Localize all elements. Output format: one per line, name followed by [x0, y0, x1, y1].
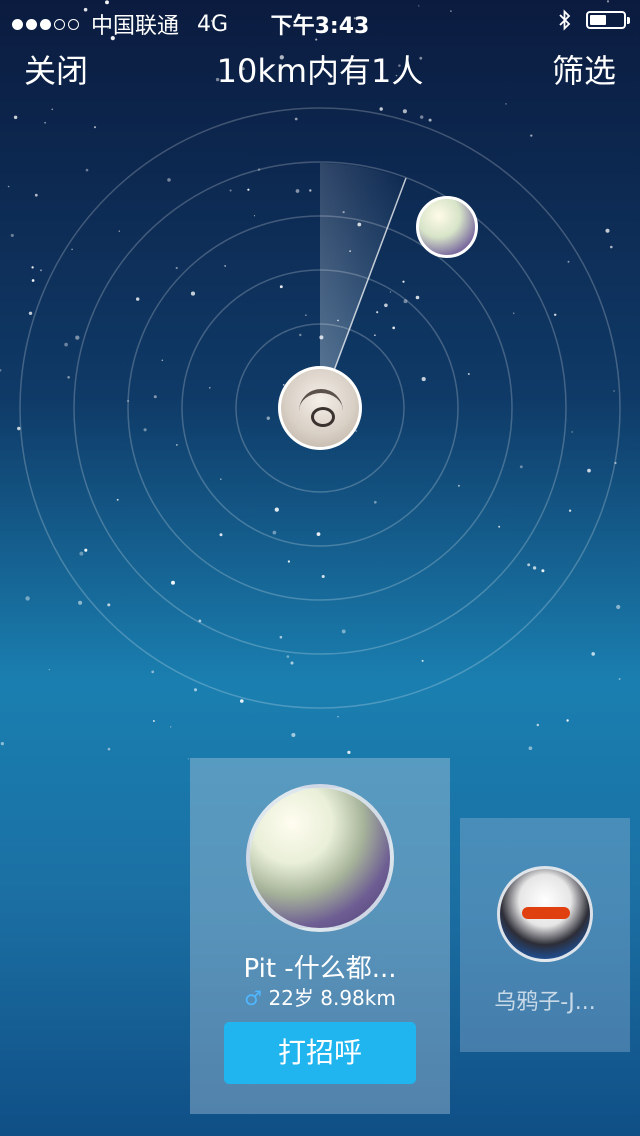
status-bar: 中国联通 4G 下午3:43	[0, 0, 640, 40]
bluetooth-icon	[559, 9, 571, 31]
user-distance: 8.98km	[320, 986, 396, 1010]
male-icon: ♂	[244, 986, 263, 1010]
greet-button[interactable]: 打招呼	[224, 1022, 416, 1084]
nearby-user-avatar[interactable]	[416, 196, 478, 258]
user-card-next[interactable]: 乌鸦子-J...	[460, 818, 630, 1052]
status-time: 下午3:43	[270, 14, 370, 39]
close-button[interactable]: 关闭	[24, 46, 88, 92]
battery-icon	[586, 11, 630, 29]
filter-button[interactable]: 筛选	[552, 46, 616, 92]
self-avatar	[278, 366, 362, 450]
status-right	[558, 9, 630, 31]
page-title: 10km内有1人	[216, 52, 424, 90]
user-avatar[interactable]	[246, 784, 394, 932]
user-meta: ♂ 22岁 8.98km	[190, 982, 450, 1011]
user-card-main[interactable]: Pit -什么都... ♂ 22岁 8.98km 打招呼	[190, 758, 450, 1114]
user-name: Pit -什么都...	[243, 954, 397, 984]
user-name: 乌鸦子-J...	[494, 990, 596, 1015]
user-avatar[interactable]	[497, 866, 593, 962]
user-age: 22岁	[268, 986, 314, 1010]
